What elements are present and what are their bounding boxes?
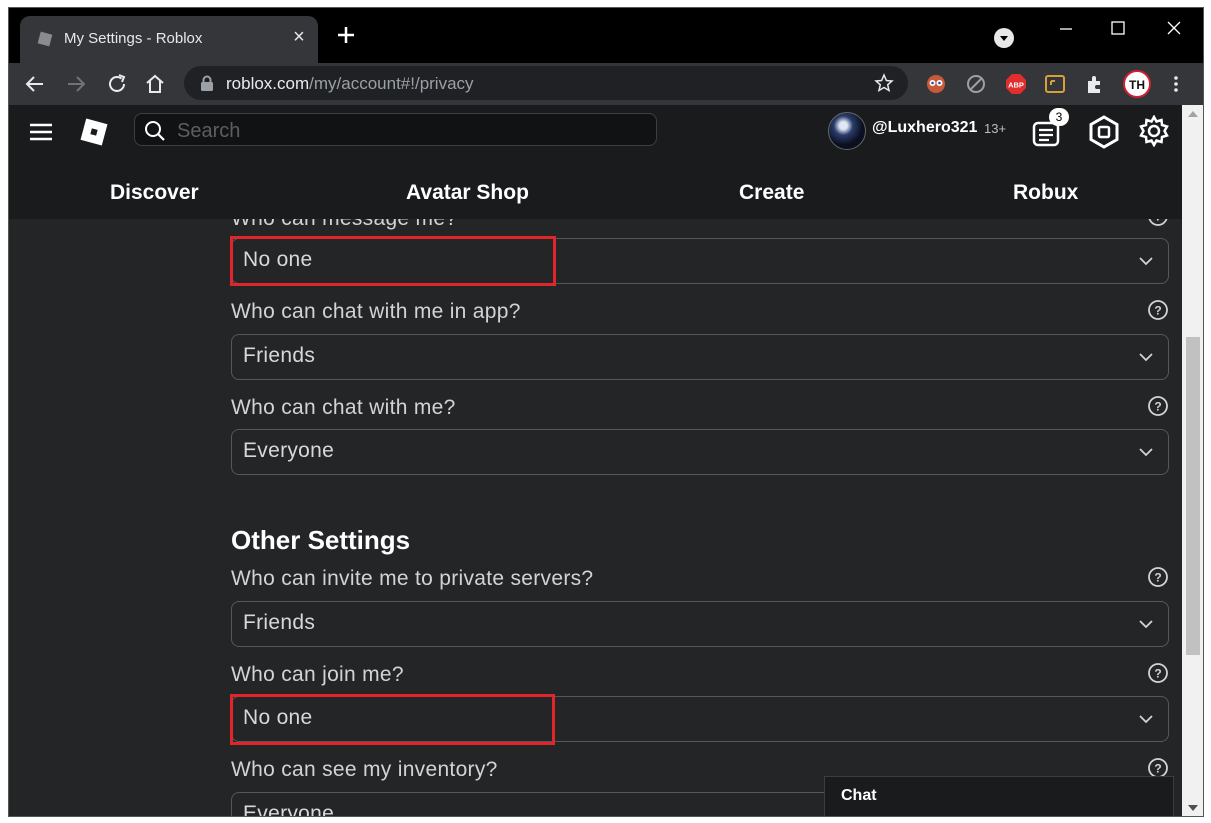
tab-search-icon[interactable] [994,28,1014,48]
svg-text:ABP: ABP [1008,81,1024,90]
window-close-icon[interactable] [1160,18,1188,40]
invite-dropdown[interactable]: Friends [231,601,1169,647]
roblox-favicon [37,31,53,47]
nav-create[interactable]: Create [739,181,804,205]
tab-strip: My Settings - Roblox × [9,8,1203,63]
hamburger-icon[interactable] [29,122,53,142]
chevron-down-icon [1139,620,1153,629]
chevron-down-icon [1139,257,1153,266]
age-label: 13+ [984,121,1007,136]
help-icon[interactable]: ? [1147,299,1169,321]
other-settings-title: Other Settings [231,525,411,555]
chat-app-value: Friends [243,344,316,367]
star-icon[interactable] [874,73,894,93]
chat-app-label: Who can chat with me in app? [231,300,521,323]
plus-icon[interactable] [335,24,357,46]
help-icon[interactable]: ? [1147,566,1169,588]
reload-icon[interactable] [105,72,129,96]
inventory-label: Who can see my inventory? [231,758,498,781]
gear-icon[interactable] [1138,115,1170,147]
svg-text:?: ? [1154,400,1161,414]
message-label: Who can message me? [231,219,457,231]
profile-avatar-icon[interactable]: TH [1123,70,1151,98]
search-input[interactable]: Search [177,120,240,143]
scroll-thumb[interactable] [1186,337,1200,655]
chevron-down-icon [1139,353,1153,362]
chevron-down-icon [1000,36,1008,41]
svg-text:?: ? [1154,219,1161,224]
lock-icon[interactable] [200,75,214,91]
extensions-icon[interactable] [1084,73,1106,95]
home-icon[interactable] [143,72,167,96]
help-icon[interactable]: ? [1147,219,1169,227]
browser-toolbar: roblox.com/my/account#!/privacy ABP TH [9,63,1203,105]
inventory-value: Everyone [243,802,335,817]
extension-owl-icon[interactable] [925,73,947,95]
close-icon[interactable]: × [288,26,310,48]
nav-discover[interactable]: Discover [110,181,199,205]
adblock-plus-icon[interactable]: ABP [1005,73,1027,95]
invite-value: Friends [243,611,316,634]
url-text: roblox.com/my/account#!/privacy [226,74,474,93]
highlight-box-join [230,694,555,745]
svg-text:?: ? [1154,571,1161,585]
svg-text:?: ? [1154,667,1161,681]
join-label: Who can join me? [231,663,404,686]
chevron-down-icon [1139,715,1153,724]
address-bar[interactable]: roblox.com/my/account#!/privacy [184,66,908,100]
page-scrollbar[interactable] [1182,105,1203,816]
chevron-down-icon [1139,448,1153,457]
chat-panel[interactable]: Chat [824,776,1174,816]
scroll-up-arrow-icon[interactable] [1188,111,1198,117]
forward-arrow-icon[interactable] [64,72,88,96]
minimize-icon[interactable] [1052,18,1080,40]
avatar[interactable] [828,112,866,150]
browser-tab[interactable]: My Settings - Roblox × [20,16,318,63]
browser-window: My Settings - Roblox × roblox.com/my/acc… [8,7,1204,817]
tab-title: My Settings - Roblox [64,30,203,47]
invite-label: Who can invite me to private servers? [231,567,594,590]
privacy-settings-content: Who can message me? ? No one Who can cha… [9,219,1182,817]
highlight-box-message [230,236,556,286]
nav-robux[interactable]: Robux [1013,181,1078,205]
roblox-header: Search @Luxhero321 13+ 3 Discover Avatar… [9,105,1182,219]
chat-dropdown[interactable]: Everyone [231,429,1169,475]
more-menu-icon[interactable] [1165,73,1187,95]
help-icon[interactable]: ? [1147,662,1169,684]
chat-title: Chat [841,787,877,804]
search-icon[interactable] [143,119,167,143]
chat-app-dropdown[interactable]: Friends [231,334,1169,380]
extension-capture-icon[interactable] [1044,73,1066,95]
robux-icon[interactable] [1088,115,1120,149]
extension-blocker-icon[interactable] [965,73,987,95]
chat-value: Everyone [243,439,335,462]
nav-avatar-shop[interactable]: Avatar Shop [406,181,529,205]
back-arrow-icon[interactable] [23,72,47,96]
svg-text:?: ? [1154,762,1161,776]
username-link[interactable]: @Luxhero321 [872,119,977,137]
svg-text:?: ? [1154,304,1161,318]
svg-text:TH: TH [1129,78,1145,92]
notification-badge: 3 [1049,108,1069,126]
maximize-icon[interactable] [1104,18,1132,40]
search-bar[interactable]: Search [134,113,657,146]
chat-label: Who can chat with me? [231,396,456,419]
help-icon[interactable]: ? [1147,395,1169,417]
scroll-down-arrow-icon[interactable] [1188,805,1198,811]
roblox-logo[interactable] [79,117,109,147]
